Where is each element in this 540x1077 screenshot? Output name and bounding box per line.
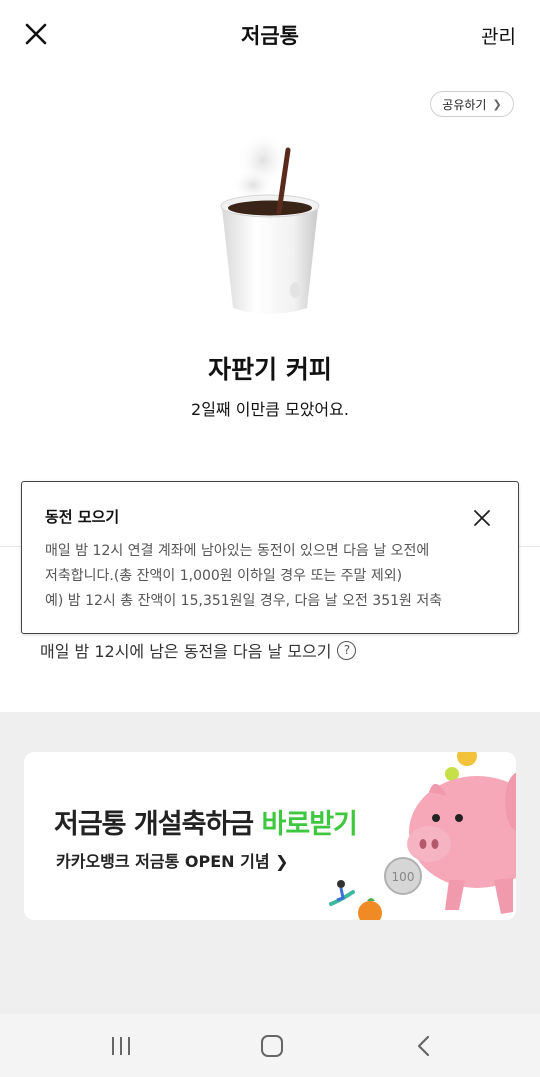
manage-button[interactable]: 관리 [481,22,516,49]
promo-banner[interactable]: 저금통 개설축하금 바로받기 카카오뱅크 저금통 OPEN 기념 ❯ 100 [24,752,516,920]
recent-apps-icon[interactable] [101,1032,141,1060]
close-icon[interactable] [472,508,492,528]
app-header: 저금통 관리 [0,0,540,70]
coin-saving-setting[interactable]: 매일 밤 12시에 남은 동전을 다음 날 모으기 ? [40,638,357,662]
tooltip-line: 예) 밤 12시 총 잔액이 15,351원일 경우, 다음 날 오전 351원… [45,593,443,609]
banner-subtitle: 카카오뱅크 저금통 OPEN 기념 ❯ [56,852,289,871]
coin-text: 100 [392,870,415,884]
system-nav-bar [0,1014,540,1077]
tooltip-line: 저축합니다.(총 잔액이 1,000원 이하일 경우 또는 주말 제외) [45,568,403,584]
back-icon[interactable] [404,1032,444,1060]
coin-saving-tooltip: 동전 모으기 매일 밤 12시 연결 계좌에 남아있는 동전이 있으면 다음 날… [21,481,519,634]
share-button-label: 공유하기 [442,97,487,112]
coffee-cup-illustration [205,130,335,320]
tooltip-line: 매일 밤 12시 연결 계좌에 남아있는 동전이 있으면 다음 날 오전에 [45,543,430,559]
chevron-right-icon: ❯ [492,97,502,111]
piggy-bank-name: 자판기 커피 [208,355,332,384]
page-title: 저금통 [241,24,299,48]
share-button[interactable]: 공유하기 ❯ [430,91,514,117]
coin-saving-label: 매일 밤 12시에 남은 동전을 다음 날 모으기 [40,642,332,661]
saving-duration-text: 2일째 이만큼 모았어요. [191,400,349,419]
banner-title-main: 저금통 개설축하금 [54,809,262,840]
home-icon[interactable] [252,1032,292,1060]
piggy-bank-illustration: 100 [279,752,516,920]
tooltip-title: 동전 모으기 [45,508,120,526]
question-icon[interactable]: ? [337,640,357,660]
